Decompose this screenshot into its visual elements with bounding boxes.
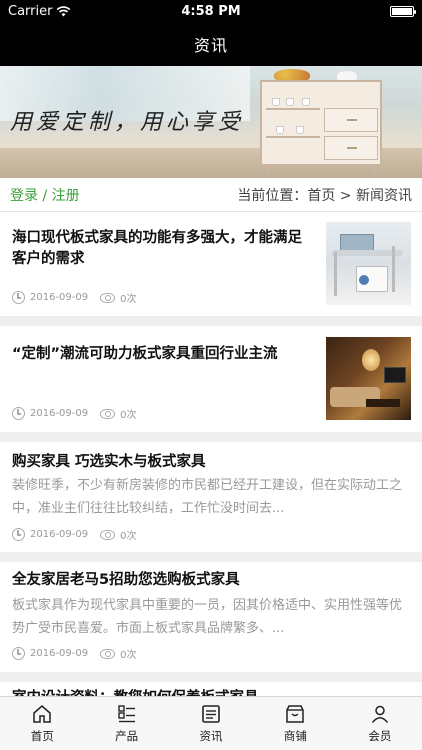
- tab-member[interactable]: 会员: [338, 697, 422, 750]
- news-views: 0次: [120, 410, 137, 421]
- battery-icon: [390, 5, 416, 17]
- eye-icon: [100, 292, 116, 303]
- status-time: 4:58 PM: [181, 4, 241, 19]
- news-title: 海口现代板式家具的功能有多强大，才能满足客户的需求: [12, 230, 302, 267]
- news-date: 2016-09-09: [30, 408, 89, 419]
- tab-label: 产品: [115, 729, 139, 743]
- news-views: 0次: [120, 650, 137, 661]
- news-summary: 装修旺季，不少有新房装修的市民都已经开工建设，但在实际动工之中，准业主们往往比较…: [12, 478, 403, 516]
- breadcrumb: 当前位置：首页 > 新闻资讯: [237, 187, 412, 204]
- news-item[interactable]: 购买家具 巧选实木与板式家具 装修旺季，不少有新房装修的市民都已经开工建设，但在…: [0, 442, 422, 552]
- news-item[interactable]: “定制”潮流可助力板式家具重回行业主流 2016-09-09 0次: [0, 326, 422, 432]
- member-icon: [371, 705, 388, 723]
- status-bar: Carrier 4:58 PM: [0, 0, 422, 22]
- news-meta: 2016-09-09 0次: [12, 646, 137, 661]
- bottom-tab-bar: 首页 产品 资讯 商铺 会员: [0, 696, 422, 750]
- eye-icon: [100, 408, 116, 419]
- breadcrumb-bar: 登录 / 注册 当前位置：首页 > 新闻资讯: [0, 178, 422, 212]
- product-list-icon: [117, 705, 135, 723]
- news-date: 2016-09-09: [30, 292, 89, 303]
- news-icon: [202, 705, 220, 723]
- news-date: 2016-09-09: [30, 529, 89, 540]
- news-meta: 2016-09-09 0次: [12, 290, 137, 305]
- tab-label: 首页: [30, 729, 54, 743]
- news-views: 0次: [120, 531, 137, 542]
- clock-icon: [12, 647, 25, 660]
- login-register-link[interactable]: 登录 / 注册: [10, 185, 80, 205]
- promo-banner[interactable]: 用爱定制，用心享受: [0, 66, 422, 178]
- news-meta: 2016-09-09 0次: [12, 527, 137, 542]
- banner-slogan: 用爱定制，用心享受: [10, 110, 245, 135]
- news-item[interactable]: 海口现代板式家具的功能有多强大，才能满足客户的需求 2016-09-09 0次: [0, 212, 422, 316]
- news-title: 购买家具 巧选实木与板式家具: [12, 454, 206, 470]
- store-icon: [286, 705, 305, 723]
- tab-label: 商铺: [283, 729, 307, 743]
- page-title: 资讯: [193, 36, 228, 55]
- top-bar: Carrier 4:58 PM 资讯: [0, 0, 422, 66]
- tab-news[interactable]: 资讯: [169, 697, 253, 750]
- news-summary: 板式家具作为现代家具中重要的一员，因其价格适中、实用性强等优势广受市民喜爱。市面…: [12, 598, 403, 636]
- tab-label: 资讯: [199, 729, 223, 743]
- tab-home[interactable]: 首页: [0, 697, 84, 750]
- clock-icon: [12, 528, 25, 541]
- news-thumbnail: [326, 222, 411, 305]
- news-date: 2016-09-09: [30, 648, 89, 659]
- home-icon: [33, 705, 51, 723]
- news-item[interactable]: 全友家居老马5招助您选购板式家具 板式家具作为现代家具中重要的一员，因其价格适中…: [0, 562, 422, 672]
- clock-icon: [12, 291, 25, 304]
- news-thumbnail: [326, 337, 411, 420]
- tab-store[interactable]: 商铺: [253, 697, 337, 750]
- tab-label: 会员: [368, 729, 392, 743]
- cabinet-illustration: [260, 80, 382, 174]
- news-views: 0次: [120, 294, 137, 305]
- clock-icon: [12, 407, 25, 420]
- eye-icon: [100, 529, 116, 540]
- news-meta: 2016-09-09 0次: [12, 406, 137, 421]
- eye-icon: [100, 648, 116, 659]
- news-title: “定制”潮流可助力板式家具重回行业主流: [12, 346, 278, 362]
- news-title: 全友家居老马5招助您选购板式家具: [12, 572, 240, 588]
- tab-products[interactable]: 产品: [84, 697, 168, 750]
